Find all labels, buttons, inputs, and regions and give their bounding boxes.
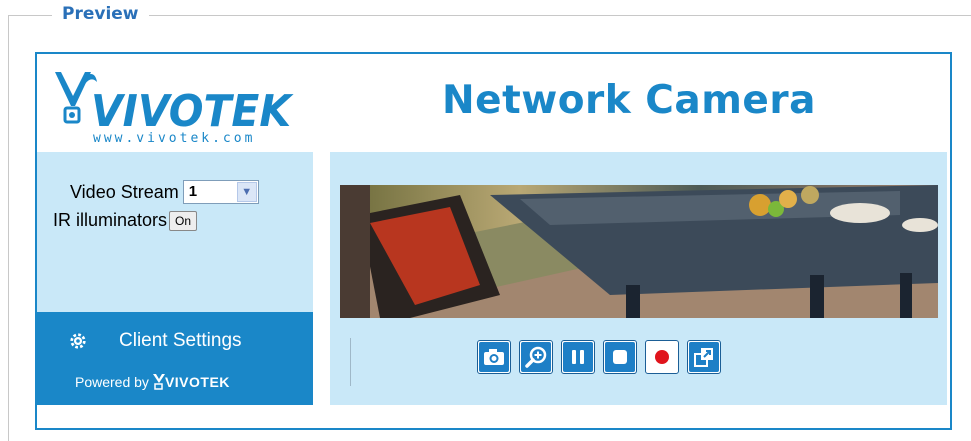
camera-image [340, 185, 938, 318]
vivotek-logo-mark: VIVOTEK www.vivotek.com [55, 72, 294, 146]
video-panel [330, 152, 947, 405]
fullscreen-button[interactable] [687, 340, 721, 374]
playback-toolbar [350, 338, 941, 386]
powered-brand-logo: VIVOTEK [152, 374, 230, 390]
record-button[interactable] [645, 340, 679, 374]
pause-icon [572, 350, 584, 364]
zoom-in-icon [525, 346, 547, 368]
client-bar: Client Settings Powered by VIVOTEK [37, 312, 313, 405]
preview-legend: Preview [52, 4, 149, 24]
ir-on-button[interactable]: On [169, 210, 198, 231]
record-icon [655, 350, 669, 364]
powered-brand: VIVOTEK [164, 374, 230, 390]
powered-by: Powered by VIVOTEK [75, 374, 230, 390]
stop-icon [613, 350, 627, 364]
video-stream-select[interactable]: 1 ▼ [182, 180, 259, 204]
vivotek-logo: VIVOTEK www.vivotek.com [55, 66, 305, 146]
pause-button[interactable] [561, 340, 595, 374]
digital-zoom-button[interactable] [519, 340, 553, 374]
page-title: Network Camera [442, 78, 816, 123]
stream-settings-panel: Video Stream 1 ▼ IR illuminators On [37, 152, 313, 312]
ir-label: IR illuminators [53, 210, 168, 230]
camera-icon [484, 349, 504, 365]
chevron-down-icon[interactable]: ▼ [236, 182, 257, 202]
ir-row: IR illuminators On [53, 210, 198, 231]
stop-button[interactable] [603, 340, 637, 374]
toolbar-buttons [477, 340, 721, 374]
video-stream-label: Video Stream [70, 181, 179, 202]
brand-text: VIVOTEK [91, 86, 294, 137]
powered-by-label: Powered by [75, 374, 149, 390]
camera-frame: VIVOTEK www.vivotek.com Network Camera V… [35, 52, 952, 430]
client-settings-label: Client Settings [119, 330, 242, 351]
live-video-feed[interactable] [340, 185, 938, 318]
gear-icon [70, 333, 86, 349]
client-settings-link[interactable]: Client Settings [69, 330, 242, 352]
brand-url: www.vivotek.com [93, 131, 255, 146]
vivotek-mini-icon [152, 374, 165, 390]
fullscreen-icon [694, 348, 713, 367]
video-stream-row: Video Stream 1 ▼ [70, 180, 259, 204]
snapshot-button[interactable] [477, 340, 511, 374]
video-stream-value: 1 [188, 183, 198, 200]
